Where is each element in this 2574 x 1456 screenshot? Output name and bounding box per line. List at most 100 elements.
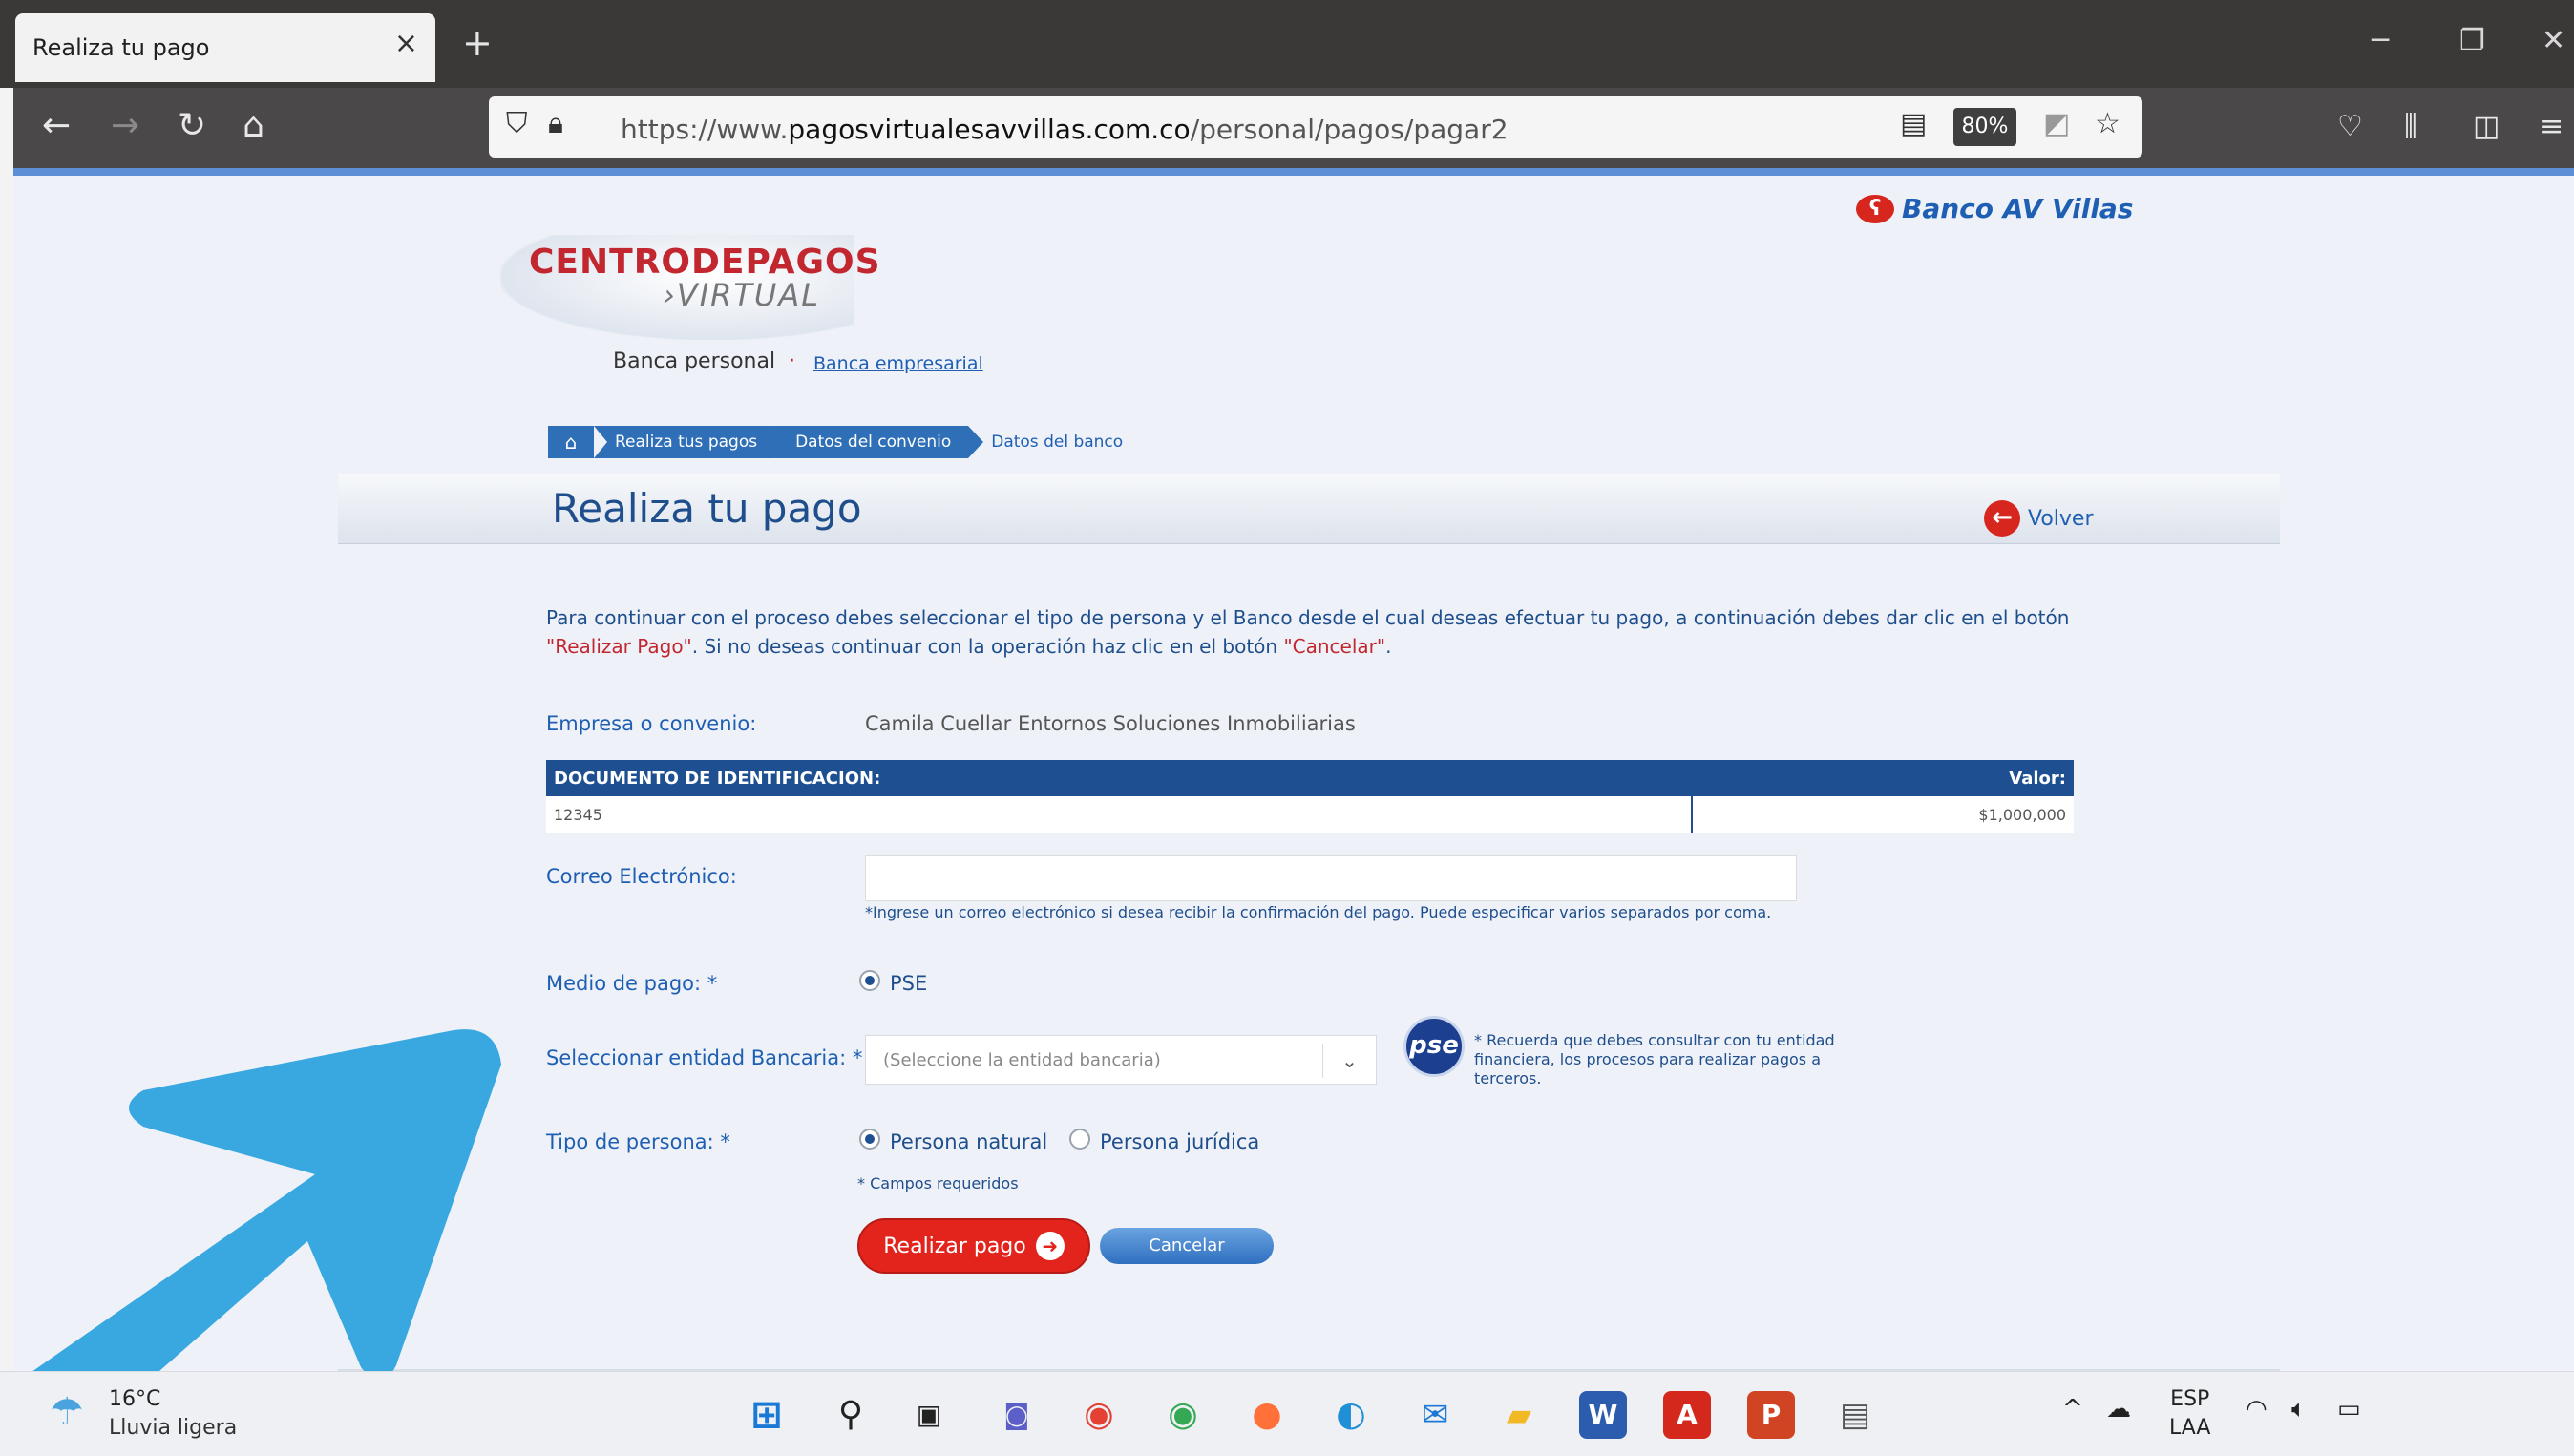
sidebar-icon[interactable]: ◫	[2473, 113, 2500, 141]
radio-persona-natural-label[interactable]: Persona natural	[890, 1130, 1047, 1153]
realizar-pago-button[interactable]: Realizar pago ➜	[857, 1218, 1090, 1274]
tab-close-icon[interactable]: ×	[394, 27, 418, 60]
reader-view-icon[interactable]: ▤	[1900, 110, 1927, 138]
email-label: Correo Electrónico:	[546, 865, 737, 888]
chevron-down-icon[interactable]: ⌄	[1322, 1044, 1376, 1078]
back-icon[interactable]: ←	[42, 109, 71, 143]
minimize-icon[interactable]: ─	[2372, 27, 2389, 55]
back-link[interactable]: ← Volver	[1984, 500, 2094, 537]
radio-pse-label[interactable]: PSE	[890, 972, 927, 995]
task-view-icon[interactable]: ▣	[905, 1391, 953, 1439]
cancel-button[interactable]: Cancelar	[1100, 1228, 1274, 1264]
pse-note: * Recuerda que debes consultar con tu en…	[1474, 1031, 1835, 1087]
restore-icon[interactable]: ❐	[2459, 27, 2485, 55]
windows-taskbar: ☂ 16°C Lluvia ligera ⊞ ⚲ ▣ ◙ ◉ ◉ ● ◐ ✉ ▰…	[0, 1371, 2574, 1456]
nav-separator: ·	[789, 349, 795, 373]
breadcrumb-item[interactable]: Realiza tus pagos	[594, 426, 791, 458]
entidad-bancaria-select[interactable]: (Seleccione la entidad bancaria) ⌄	[865, 1035, 1377, 1085]
search-icon[interactable]: ⚲	[827, 1391, 875, 1439]
centro-pagos-logo-top: CENTRODEPAGOS	[529, 243, 881, 282]
keyboard-layout: LAA	[2169, 1416, 2211, 1440]
wifi-icon[interactable]: ◠	[2246, 1397, 2268, 1422]
windows-start-icon[interactable]: ⊞	[743, 1391, 791, 1439]
back-label[interactable]: Volver	[2028, 507, 2094, 531]
table-cell-documento: 12345	[546, 796, 1693, 833]
empresa-label: Empresa o convenio:	[546, 712, 757, 735]
browser-tab[interactable]: Realiza tu pago ×	[15, 13, 435, 82]
toolbar-accent-line	[13, 168, 2574, 176]
language-code: ESP	[2170, 1387, 2210, 1411]
mail-icon[interactable]: ✉	[1411, 1391, 1459, 1439]
weather-description[interactable]: Lluvia ligera	[109, 1416, 237, 1440]
nav-banca-personal[interactable]: Banca personal	[613, 349, 775, 373]
battery-icon[interactable]: ▭	[2337, 1397, 2361, 1422]
new-tab-icon[interactable]: +	[462, 25, 493, 61]
home-icon[interactable]: ⌂	[243, 109, 264, 143]
acrobat-icon[interactable]: A	[1663, 1391, 1711, 1439]
bank-logo[interactable]: ʕ Banco AV Villas	[1856, 193, 2133, 224]
table-header-row: DOCUMENTO DE IDENTIFICACION: Valor:	[546, 760, 2074, 796]
radio-pse[interactable]	[859, 970, 880, 991]
pse-logo: pse	[1403, 1016, 1465, 1077]
shield-icon[interactable]: ⛉	[506, 110, 528, 138]
nav-banca-empresarial[interactable]: Banca empresarial	[813, 353, 983, 374]
reload-icon[interactable]: ↻	[178, 109, 206, 143]
document-table: DOCUMENTO DE IDENTIFICACION: Valor: 1234…	[546, 760, 2074, 833]
bank-name: Banco AV Villas	[1902, 193, 2134, 224]
email-hint: *Ingrese un correo electrónico si desea …	[865, 903, 1772, 921]
bookmark-star-icon[interactable]: ☆	[2095, 110, 2120, 138]
browser-tab-bar: Realiza tu pago × + ─ ❐ ✕	[0, 0, 2574, 88]
firefox-icon[interactable]: ●	[1243, 1391, 1291, 1439]
arrow-right-icon: ➜	[1035, 1232, 1065, 1260]
medio-pago-label: Medio de pago: *	[546, 972, 718, 995]
email-field[interactable]	[865, 855, 1797, 901]
language-indicator[interactable]: ESP LAA	[2169, 1385, 2210, 1443]
instructions-text: Para continuar con el proceso debes sele…	[546, 606, 2070, 658]
tipo-persona-label: Tipo de persona: *	[546, 1130, 730, 1153]
edge-icon[interactable]: ◐	[1327, 1391, 1375, 1439]
browser-toolbar: ← → ↻ ⌂ ⛉ 🔒︎ https://www.pagosvirtualesa…	[13, 88, 2574, 168]
weather-temperature[interactable]: 16°C	[109, 1387, 160, 1411]
notepad-icon[interactable]: ▤	[1831, 1391, 1879, 1439]
lock-icon[interactable]: 🔒︎	[548, 110, 563, 138]
onedrive-icon[interactable]: ☁	[2106, 1397, 2131, 1422]
breadcrumb-home-icon[interactable]: ⌂	[548, 426, 594, 458]
radio-persona-juridica-label[interactable]: Persona jurídica	[1100, 1130, 1259, 1153]
tab-title: Realiza tu pago	[32, 34, 210, 61]
required-note: * Campos requeridos	[857, 1174, 1019, 1192]
zoom-level[interactable]: 80%	[1953, 108, 2016, 146]
radio-persona-natural[interactable]	[859, 1129, 880, 1150]
powerpoint-icon[interactable]: P	[1747, 1391, 1795, 1439]
forward-icon[interactable]: →	[111, 109, 139, 143]
bank-logo-icon: ʕ	[1856, 194, 1894, 223]
chrome-icon[interactable]: ◉	[1075, 1391, 1123, 1439]
table-header-documento: DOCUMENTO DE IDENTIFICACION:	[546, 760, 1693, 796]
tray-chevron-up-icon[interactable]: ^	[2062, 1397, 2083, 1422]
entidad-placeholder: (Seleccione la entidad bancaria)	[883, 1050, 1161, 1070]
volume-icon[interactable]: 🔈︎	[2291, 1397, 2307, 1422]
empresa-value: Camila Cuellar Entornos Soluciones Inmob…	[865, 712, 1356, 735]
back-arrow-icon[interactable]: ←	[1984, 500, 2020, 537]
centro-pagos-logo-bottom: ›VIRTUAL	[663, 277, 821, 313]
extension-icon[interactable]: ◩	[2043, 110, 2070, 138]
close-window-icon[interactable]: ✕	[2542, 27, 2565, 55]
page-title: Realiza tu pago	[552, 485, 862, 532]
breadcrumb: ⌂ Realiza tus pagos Datos del convenio D…	[548, 426, 1123, 458]
table-cell-valor: $1,000,000	[1692, 796, 2074, 833]
table-header-valor: Valor:	[1692, 760, 2074, 796]
library-icon[interactable]: ⫼	[2404, 113, 2417, 141]
realizar-pago-label: Realizar pago	[883, 1234, 1026, 1258]
file-explorer-icon[interactable]: ▰	[1495, 1391, 1543, 1439]
pocket-icon[interactable]: ♡	[2337, 113, 2363, 141]
radio-persona-juridica[interactable]	[1069, 1129, 1090, 1150]
menu-icon[interactable]: ≡	[2540, 113, 2563, 141]
chrome-profile-icon[interactable]: ◉	[1159, 1391, 1207, 1439]
weather-rain-icon[interactable]: ☂	[50, 1393, 84, 1431]
url-text[interactable]: https://www.pagosvirtualesavvillas.com.c…	[621, 114, 1509, 145]
breadcrumb-item[interactable]: Datos del convenio	[774, 426, 984, 458]
word-icon[interactable]: W	[1579, 1391, 1627, 1439]
address-bar[interactable]: ⛉ 🔒︎ https://www.pagosvirtualesavvillas.…	[489, 96, 2142, 158]
table-row: 12345 $1,000,000	[546, 796, 2074, 833]
breadcrumb-current: Datos del banco	[991, 433, 1124, 452]
teams-chat-icon[interactable]: ◙	[993, 1391, 1041, 1439]
